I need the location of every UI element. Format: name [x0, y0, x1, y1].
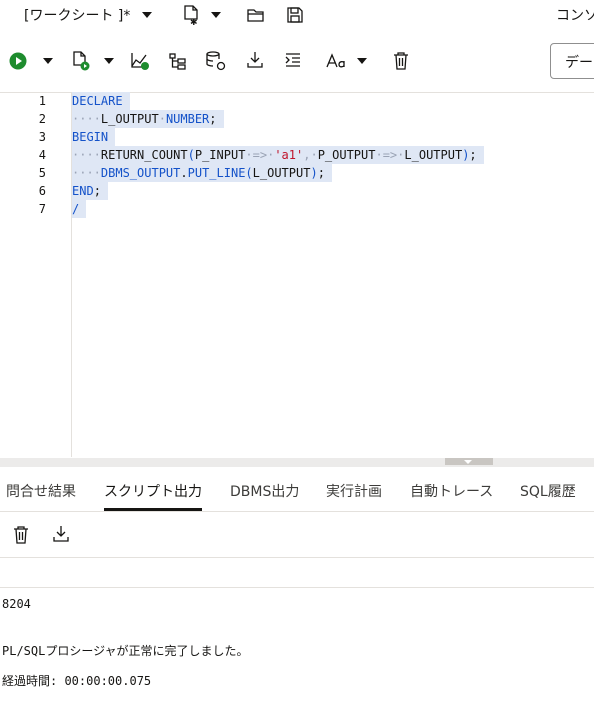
line-number: 5 — [38, 166, 46, 180]
save-icon[interactable] — [285, 5, 305, 25]
punctuation: ; — [93, 184, 101, 198]
output-divider — [0, 587, 594, 588]
new-file-chevron-down-icon[interactable] — [210, 11, 222, 19]
whitespace-marker: ···· — [72, 112, 101, 126]
string-literal: 'a1' — [274, 148, 304, 162]
code-line-7[interactable]: / — [72, 200, 87, 218]
line-number: 2 — [38, 112, 46, 126]
run-statement-icon[interactable] — [9, 52, 27, 70]
run-script-icon[interactable] — [71, 51, 91, 71]
punctuation: ) — [310, 166, 318, 180]
tab-dbms-output[interactable]: DBMS出力 — [230, 481, 299, 501]
explain-plan-icon[interactable] — [130, 51, 150, 71]
identifier: P_INPUT — [194, 148, 246, 162]
console-tab-label[interactable]: コンソ — [556, 5, 594, 25]
whitespace-marker: ···· — [72, 166, 101, 180]
change-case-chevron-down-icon[interactable] — [356, 57, 368, 65]
pane-splitter[interactable] — [0, 458, 594, 467]
download-output-icon[interactable] — [51, 524, 71, 544]
tab-explain-plan[interactable]: 実行計画 — [326, 481, 382, 501]
code-line-3[interactable]: BEGIN — [72, 128, 116, 146]
punctuation: ( — [187, 148, 195, 162]
autotrace-icon[interactable] — [168, 51, 188, 71]
keyword: DECLARE — [72, 94, 123, 108]
keyword: END — [72, 184, 94, 198]
punctuation: . — [180, 166, 188, 180]
line-number: 1 — [38, 94, 46, 108]
identifier: DBMS_OUTPUT — [100, 166, 181, 180]
code-line-1[interactable]: DECLARE — [72, 92, 130, 110]
whitespace-marker: · — [158, 112, 166, 126]
worksheet-tab-label[interactable]: [ワークシート ]* — [24, 5, 130, 25]
output-completion-message: PL/SQLプロシージャが正常に完了しました。 — [2, 644, 249, 658]
run-script-chevron-down-icon[interactable] — [103, 57, 115, 65]
code-line-5[interactable]: ····DBMS_OUTPUT.PUT_LINE(L_OUTPUT); — [72, 164, 333, 182]
collapse-arrow-icon[interactable] — [464, 460, 472, 464]
punctuation: ; — [209, 112, 217, 126]
line-number: 6 — [38, 184, 46, 198]
identifier: L_OUTPUT — [404, 148, 463, 162]
operator: ·=>· — [245, 148, 275, 162]
tab-script-output[interactable]: スクリプト出力 — [104, 481, 202, 501]
identifier: L_OUTPUT — [252, 166, 311, 180]
clear-trash-icon[interactable] — [391, 51, 411, 71]
line-number: 4 — [38, 148, 46, 162]
keyword: BEGIN — [72, 130, 109, 144]
change-case-icon[interactable] — [326, 51, 348, 71]
punctuation: ,· — [303, 148, 318, 162]
format-indent-icon[interactable] — [283, 51, 303, 71]
output-value: 8204 — [2, 597, 31, 611]
identifier: P_OUTPUT — [317, 148, 376, 162]
database-settings-icon[interactable] — [206, 51, 226, 71]
line-number: 3 — [38, 130, 46, 144]
line-number: 7 — [38, 202, 46, 216]
open-folder-icon[interactable] — [246, 5, 266, 25]
run-menu-chevron-down-icon[interactable] — [42, 57, 54, 65]
output-elapsed-time: 経過時間: 00:00:00.075 — [2, 674, 152, 688]
svg-text:✱: ✱ — [190, 18, 198, 25]
operator: ·=>· — [375, 148, 405, 162]
whitespace-marker: ···· — [72, 148, 101, 162]
code-line-2[interactable]: ····L_OUTPUT·NUMBER; — [72, 110, 224, 128]
tab-autotrace[interactable]: 自動トレース — [410, 481, 493, 501]
download-icon[interactable] — [245, 50, 265, 70]
punctuation: ( — [245, 166, 253, 180]
keyword: NUMBER — [165, 112, 210, 126]
keyword: / — [72, 202, 80, 216]
new-file-icon[interactable]: ✱ — [181, 5, 201, 25]
punctuation: ; — [317, 166, 325, 180]
code-line-6[interactable]: END; — [72, 182, 109, 200]
connection-selector[interactable]: デー — [550, 43, 594, 79]
tab-sql-history[interactable]: SQL履歴 — [520, 481, 576, 501]
code-line-4[interactable]: ····RETURN_COUNT(P_INPUT·=>·'a1',·P_OUTP… — [72, 146, 484, 164]
identifier: PUT_LINE — [187, 166, 246, 180]
identifier: RETURN_COUNT — [100, 148, 188, 162]
tabs-divider — [0, 511, 594, 512]
tab-query-result[interactable]: 問合せ結果 — [6, 481, 76, 501]
punctuation: ; — [469, 148, 477, 162]
output-toolbar-divider — [0, 557, 594, 558]
identifier: L_OUTPUT — [100, 112, 159, 126]
worksheet-menu-chevron-down-icon[interactable] — [141, 11, 153, 19]
clear-output-trash-icon[interactable] — [12, 525, 30, 545]
